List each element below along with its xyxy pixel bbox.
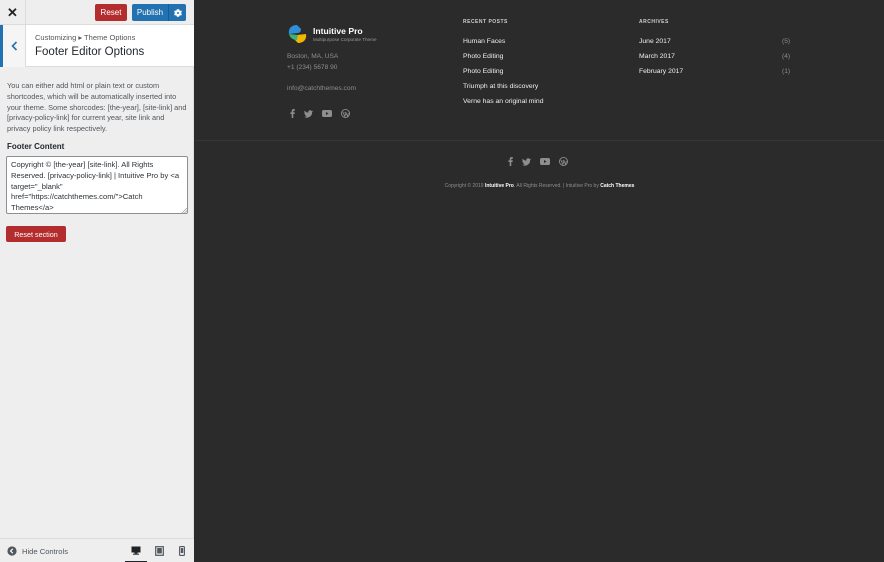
- copyright-text: Copyright © 2019 Intuitive Pro. All Righ…: [195, 183, 884, 189]
- footer-divider: [195, 140, 884, 141]
- facebook-icon[interactable]: [290, 109, 295, 118]
- archive-count: (1): [782, 68, 791, 75]
- wordpress-icon[interactable]: [559, 157, 568, 166]
- copyright-site-link[interactable]: Intuitive Pro: [485, 183, 514, 189]
- recent-post-link[interactable]: Photo Editing: [463, 68, 503, 75]
- site-branding[interactable]: Intuitive Pro Multipurpose Corporate The…: [287, 24, 377, 44]
- social-links: [290, 109, 350, 118]
- customizer-header: ✕ Reset Publish: [0, 0, 194, 25]
- copyright-middle: . All Rights Reserved. | Intuitive Pro b…: [513, 183, 601, 189]
- hide-controls-button[interactable]: Hide Controls: [7, 539, 68, 562]
- facebook-icon[interactable]: [508, 157, 513, 166]
- copyright-author-link[interactable]: Catch Themes: [600, 183, 634, 189]
- gear-icon: [173, 8, 182, 17]
- recent-post-link[interactable]: Verne has an original mind: [463, 98, 543, 105]
- breadcrumb: Customizing ▸ Theme Options: [35, 33, 136, 42]
- mobile-icon: [179, 546, 185, 556]
- site-preview: Intuitive Pro Multipurpose Corporate The…: [195, 0, 884, 562]
- recent-post-link[interactable]: Triumph at this discovery: [463, 83, 538, 90]
- close-icon: ✕: [7, 4, 18, 20]
- preview-desktop-button[interactable]: [125, 539, 147, 562]
- footer-content-textarea[interactable]: Copyright © [the-year] [site-link]. All …: [6, 156, 188, 214]
- archive-count: (5): [782, 38, 791, 45]
- section-header: Customizing ▸ Theme Options Footer Edito…: [0, 25, 194, 67]
- recent-post-link[interactable]: Photo Editing: [463, 53, 503, 60]
- twitter-icon[interactable]: [522, 157, 531, 166]
- footer-content-label: Footer Content: [7, 142, 65, 151]
- recent-post-link[interactable]: Human Faces: [463, 38, 505, 45]
- desktop-icon: [131, 546, 141, 555]
- hide-controls-label: Hide Controls: [22, 546, 69, 556]
- resize-grip-icon[interactable]: [181, 207, 187, 213]
- archive-link[interactable]: June 2017: [639, 38, 671, 45]
- copyright-prefix: Copyright © 2019: [444, 183, 485, 189]
- site-tagline: Multipurpose Corporate Theme: [313, 36, 377, 42]
- youtube-icon[interactable]: [322, 110, 332, 117]
- arrow-left-circle-icon: [7, 546, 17, 556]
- contact-phone: +1 (234) 5678 90: [287, 64, 338, 71]
- archive-link[interactable]: February 2017: [639, 68, 683, 75]
- preview-tablet-button[interactable]: [148, 539, 170, 562]
- back-button[interactable]: [0, 25, 26, 67]
- chevron-left-icon: [10, 41, 17, 51]
- wordpress-icon[interactable]: [341, 109, 350, 118]
- section-title: Footer Editor Options: [35, 46, 145, 58]
- customizer-sidebar: ✕ Reset Publish Customizing ▸ Theme Opti…: [0, 0, 194, 562]
- publish-settings-button[interactable]: [169, 4, 186, 21]
- contact-email[interactable]: info@catchthemes.com: [287, 85, 356, 92]
- publish-button[interactable]: Publish: [132, 4, 169, 21]
- site-title: Intuitive Pro: [313, 25, 363, 36]
- archive-count: (4): [782, 53, 791, 60]
- reset-section-button[interactable]: Reset section: [6, 226, 66, 242]
- preview-mobile-button[interactable]: [171, 539, 193, 562]
- contact-address: Boston, MA, USA: [287, 53, 339, 60]
- close-button[interactable]: ✕: [0, 0, 26, 25]
- section-description: You can either add html or plain text or…: [7, 81, 187, 134]
- tablet-icon: [154, 546, 164, 556]
- archives-heading: ARCHIVES: [639, 19, 669, 25]
- recent-posts-heading: RECENT POSTS: [463, 19, 508, 25]
- customizer-footer: Hide Controls: [0, 538, 194, 562]
- youtube-icon[interactable]: [540, 158, 550, 165]
- archive-link[interactable]: March 2017: [639, 53, 675, 60]
- footer-social-links: [508, 157, 568, 166]
- reset-button[interactable]: Reset: [95, 4, 127, 21]
- twitter-icon[interactable]: [304, 109, 313, 118]
- site-logo-icon: [288, 25, 307, 43]
